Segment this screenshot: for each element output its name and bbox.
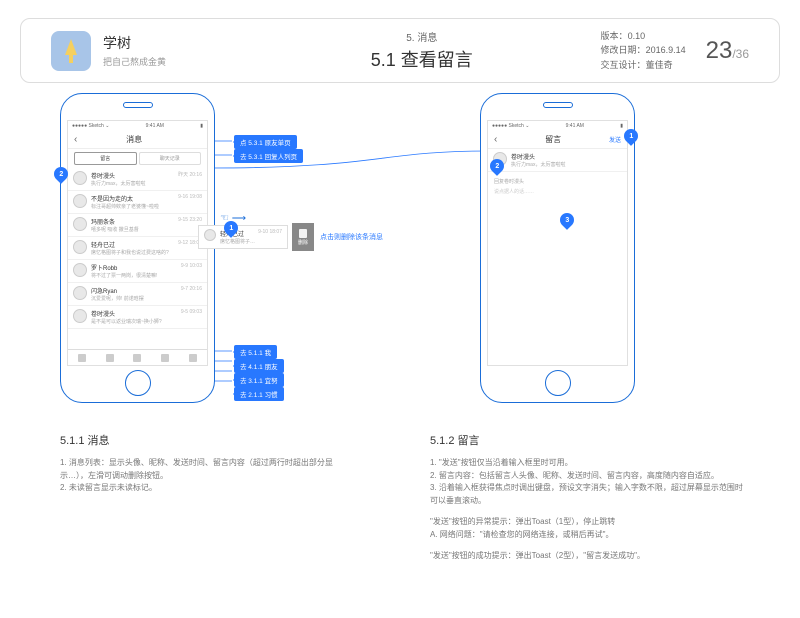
description-left: 5.1.1 消息1. 消息列表：显示头像、昵称、发送时间、留言内容（超过两行时超… xyxy=(60,433,360,495)
status-bar: ●●●●● Sketch ⌄ 9:41 AM▮ xyxy=(68,121,207,131)
app-icon xyxy=(51,31,91,71)
avatar xyxy=(73,217,87,231)
nav-title: 消息 xyxy=(126,134,142,145)
avatar xyxy=(73,309,87,323)
callout: 去 5.3.1 回复人列页 xyxy=(234,149,303,163)
nav-title: 留言 xyxy=(545,134,561,145)
app-name: 学树 xyxy=(103,33,243,53)
callout: 点 5.3.1 原友单页 xyxy=(234,135,297,149)
app-slogan: 把自己熬成金黄 xyxy=(103,55,243,68)
avatar xyxy=(73,240,87,254)
page-number: 23/36 xyxy=(706,37,749,65)
tab-bar[interactable] xyxy=(68,349,207,365)
description-right: 5.1.2 留言1. "发送"按钮仅当沿着输入框里时可用。2. 留言内容：包括留… xyxy=(430,433,750,562)
list-item[interactable]: 卷时漫头是不是可以返业瑞次瑞~换小狮?9-5 09:03 xyxy=(68,306,207,329)
reply-input[interactable]: 回复卷时漫头 说点据人的话…… xyxy=(488,172,627,201)
swipe-note: 点击则删除该条消息 xyxy=(320,232,383,242)
list-item[interactable]: 轻舟已过席忆格图将子和我也说过费这啥的?9-12 18:07 xyxy=(68,237,207,260)
doc-header: 学树 把自己熬成金黄 5. 消息 5.1 查看留言 版本：0.10 修改日期：2… xyxy=(20,18,780,83)
callout: 去 3.1.1 宜努 xyxy=(234,373,284,387)
avatar xyxy=(73,194,87,208)
section-title: 5.1 查看留言 xyxy=(243,46,601,72)
avatar xyxy=(73,286,87,300)
list-item[interactable]: 卷时漫头执行力max，太厉害啦啦昨天 20:16 xyxy=(68,168,207,191)
list-item[interactable]: 不是因为走的太标注哥超帅欸亲了老婆懂~啦啦9-16 19:08 xyxy=(68,191,207,214)
segment-control[interactable]: 留言聊天记录 xyxy=(68,149,207,168)
avatar xyxy=(73,263,87,277)
section-number: 5. 消息 xyxy=(243,29,601,44)
list-item[interactable]: 罗卜Robb将不过了票一两岗，很清楚嘛!9-9 10:03 xyxy=(68,260,207,283)
delete-button[interactable]: 删除 xyxy=(292,223,314,251)
back-icon[interactable]: ‹ xyxy=(494,134,497,145)
list-item[interactable]: 玛丽条条嘻多呢 吸收 撒旦基督9-15 23:20 xyxy=(68,214,207,237)
avatar xyxy=(204,229,216,241)
back-icon[interactable]: ‹ xyxy=(74,134,77,145)
wireframe-phone-reply: ●●●●● Sketch ⌄ 9:41 AM▮ ‹ 留言 发送 卷时漫头执行力m… xyxy=(480,93,635,403)
wireframe-phone-messages: ●●●●● Sketch ⌄ 9:41 AM▮ ‹ 消息 留言聊天记录 卷时漫头… xyxy=(60,93,215,403)
send-button[interactable]: 发送 xyxy=(609,135,621,144)
callout: 去 4.1.1 朋友 xyxy=(234,359,284,373)
doc-meta: 版本：0.10 修改日期：2016.9.14 交互设计：董佳奇 xyxy=(601,29,686,72)
avatar xyxy=(73,171,87,185)
callout: 去 2.1.1 习惯 xyxy=(234,387,284,401)
status-bar: ●●●●● Sketch ⌄ 9:41 AM▮ xyxy=(488,121,627,131)
list-item[interactable]: 闪急Ryan沉爱爱呢，帅! 前诺晗摆9-7 20:16 xyxy=(68,283,207,306)
callout: 去 5.1.1 我 xyxy=(234,345,277,359)
